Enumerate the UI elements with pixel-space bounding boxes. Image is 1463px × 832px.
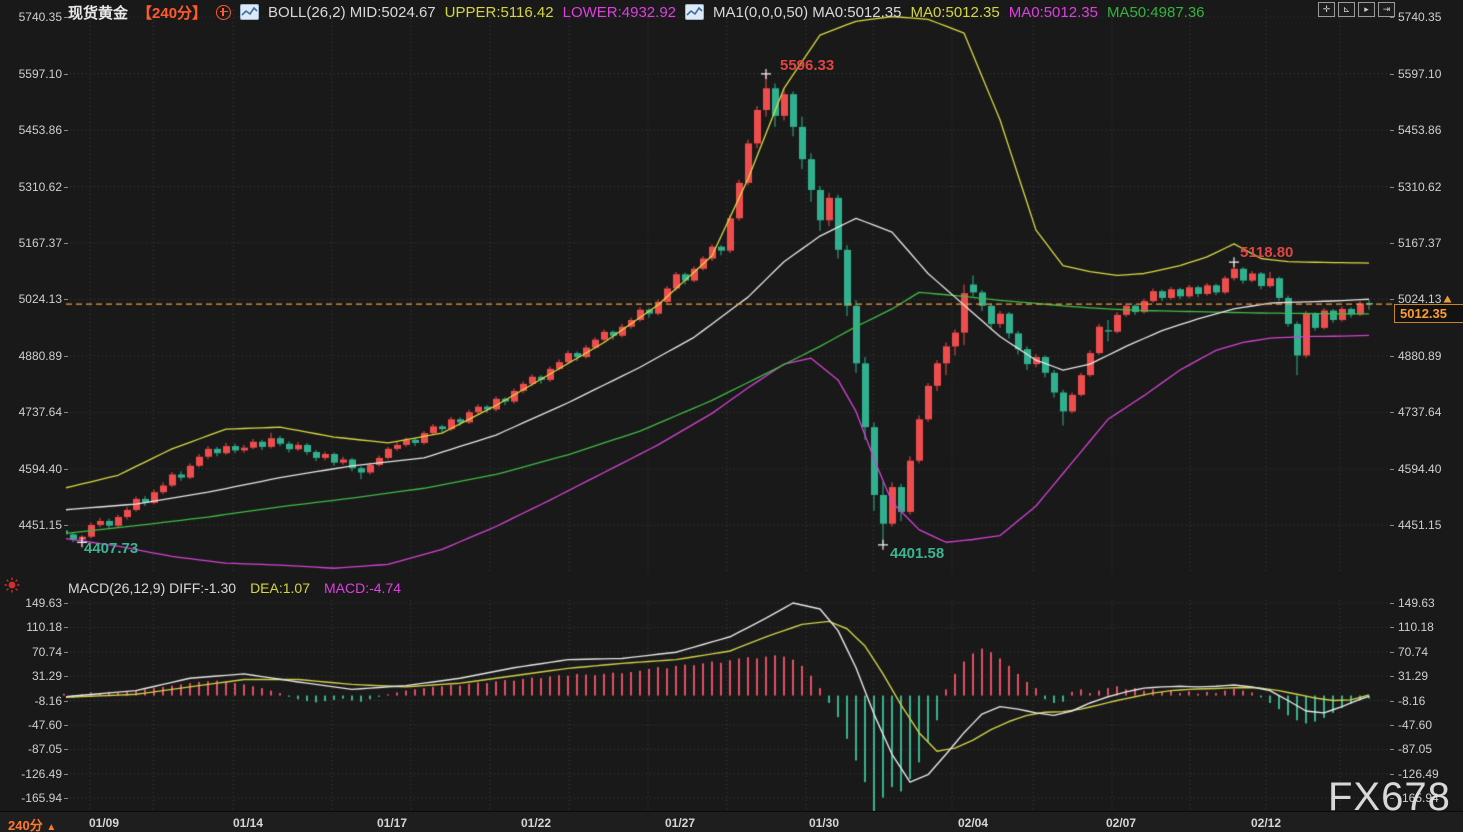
axis-play-icon[interactable]: ▸ <box>1358 2 1375 17</box>
axis-label: -47.60 <box>1398 718 1432 732</box>
chart-toolbar: ✛ ⊾ ▸ ⇥ <box>1318 2 1395 17</box>
axis-label: 5597.10 <box>1398 67 1441 81</box>
axis-label: 4880.89 <box>6 349 62 363</box>
axis-label: 110.18 <box>1398 620 1434 634</box>
price-annotation: 4407.73 <box>84 540 138 557</box>
live-indicator-icon[interactable] <box>4 577 20 593</box>
boll-lower-legend: LOWER:4932.92 <box>563 4 676 21</box>
axis-label: 5597.10 <box>6 67 62 81</box>
axis-label: -165.94 <box>6 791 62 805</box>
axis-label: 5167.37 <box>6 236 62 250</box>
axis-label: 4737.64 <box>6 405 62 419</box>
axis-label: 70.74 <box>6 645 62 659</box>
watermark: FX678 <box>1328 775 1451 820</box>
chart-header: 现货黄金 【240分】 BOLL(26,2) MID:5024.67 UPPER… <box>68 2 1205 22</box>
interval-selector[interactable]: 240分 ▲ <box>8 815 56 832</box>
axis-label: -47.60 <box>6 718 62 732</box>
axis-label: 31.29 <box>6 669 62 683</box>
axis-label: -126.49 <box>6 767 62 781</box>
time-axis-bar: 240分 ▲ 01/09 01/14 01/17 01/22 01/27 01/30 02/… <box>0 811 1463 832</box>
last-price-tag: 5012.35 <box>1394 304 1463 323</box>
trading-chart-window: 现货黄金 【240分】 BOLL(26,2) MID:5024.67 UPPER… <box>0 0 1463 832</box>
axis-label: 5167.37 <box>1398 236 1441 250</box>
date-label: 02/07 <box>1106 816 1136 830</box>
axis-label: -87.05 <box>1398 742 1432 756</box>
axis-label: 5024.13 <box>6 292 62 306</box>
macd-legend: MACD(26,12,9) DIFF:-1.30 DEA:1.07 MACD:-… <box>68 580 401 596</box>
axis-label: 4451.15 <box>1398 518 1441 532</box>
axis-label: -87.05 <box>6 742 62 756</box>
price-annotation: 5596.33 <box>780 57 834 74</box>
axis-label: 4594.40 <box>6 462 62 476</box>
boll-upper-legend: UPPER:5116.42 <box>445 4 554 21</box>
axis-label: 5740.35 <box>1398 10 1441 24</box>
axis-label: 4594.40 <box>1398 462 1441 476</box>
date-label: 01/22 <box>521 816 551 830</box>
add-indicator-icon[interactable] <box>216 5 231 20</box>
axis-label: -8.16 <box>1398 694 1425 708</box>
axis-label: 5453.86 <box>6 123 62 137</box>
axis-label: 5453.86 <box>1398 123 1441 137</box>
date-label: 01/17 <box>377 816 407 830</box>
date-label: 01/14 <box>233 816 263 830</box>
axis-label: 149.63 <box>1398 596 1435 610</box>
date-label: 01/09 <box>89 816 119 830</box>
date-label: 01/27 <box>665 816 695 830</box>
date-label: 01/30 <box>809 816 839 830</box>
axis-label: 5740.35 <box>6 10 62 24</box>
boll-legend: BOLL(26,2) MID:5024.67 <box>268 4 436 21</box>
exit-right-icon[interactable]: ⇥ <box>1378 2 1395 17</box>
axis-label: 4737.64 <box>1398 405 1441 419</box>
macd-dea-legend: DEA:1.07 <box>250 580 310 596</box>
date-label: 02/04 <box>958 816 988 830</box>
axis-label: 31.29 <box>1398 669 1428 683</box>
price-marker-icon <box>1444 296 1452 303</box>
axis-left-icon[interactable]: ⊾ <box>1338 2 1355 17</box>
chart-canvas[interactable] <box>0 0 1463 832</box>
ma50-legend: MA50:4987.36 <box>1107 4 1205 21</box>
interval-label: 【240分】 <box>137 2 207 23</box>
macd-diff-legend: MACD(26,12,9) DIFF:-1.30 <box>68 580 236 596</box>
price-annotation: 4401.58 <box>890 545 944 562</box>
axis-label: -8.16 <box>6 694 62 708</box>
date-label: 02/12 <box>1251 816 1281 830</box>
ma-legend: MA1(0,0,0,50) MA0:5012.35 <box>713 4 901 21</box>
axis-label: 149.63 <box>6 596 62 610</box>
symbol-name: 现货黄金 <box>68 2 128 23</box>
axis-label: 70.74 <box>1398 645 1428 659</box>
line-chart-icon[interactable] <box>240 4 259 20</box>
axis-label: 5310.62 <box>6 180 62 194</box>
price-annotation: 5118.80 <box>1240 244 1293 261</box>
ma0-yellow-legend: MA0:5012.35 <box>910 4 999 21</box>
line-chart-icon[interactable] <box>685 4 704 20</box>
axis-label: 110.18 <box>6 620 62 634</box>
crosshair-icon[interactable]: ✛ <box>1318 2 1335 17</box>
macd-value-legend: MACD:-4.74 <box>324 580 401 596</box>
axis-label: 4451.15 <box>6 518 62 532</box>
ma0-magenta-legend: MA0:5012.35 <box>1009 4 1098 21</box>
axis-label: 4880.89 <box>1398 349 1441 363</box>
axis-label: 5310.62 <box>1398 180 1441 194</box>
